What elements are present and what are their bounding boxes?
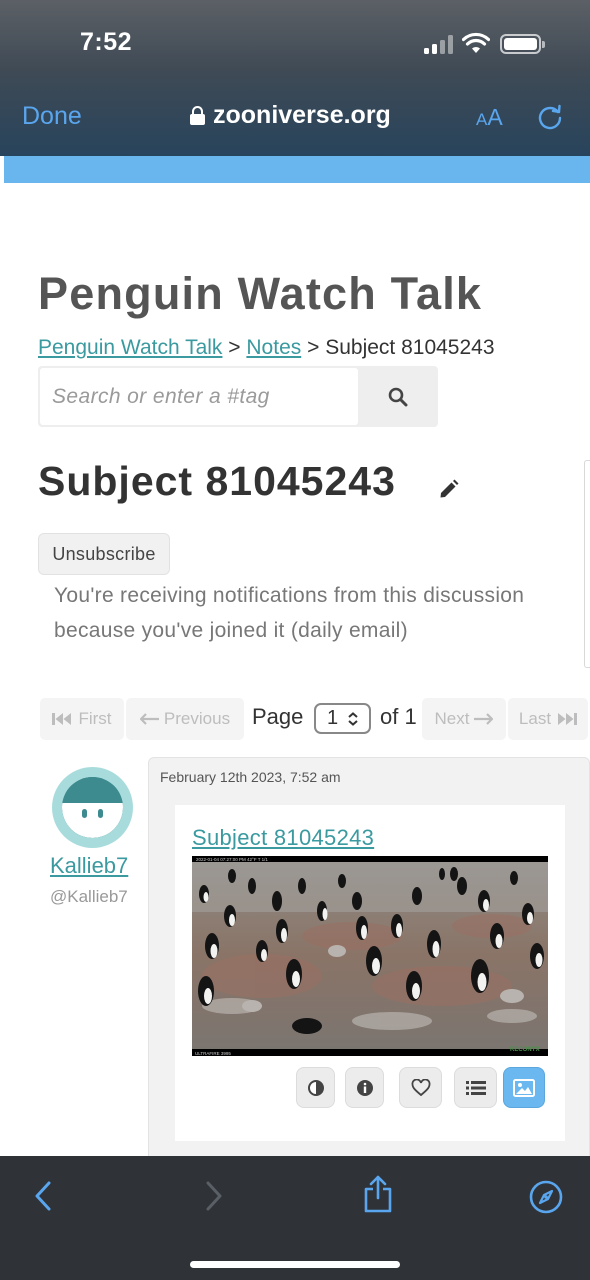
arrow-right-icon [474, 713, 494, 725]
last-page-icon [558, 713, 578, 725]
page-count: of 1 [380, 704, 417, 729]
comment-author-handle: @Kallieb7 [50, 887, 128, 906]
subject-link[interactable]: Subject 81045243 [192, 825, 374, 851]
compass-icon[interactable] [528, 1179, 564, 1215]
search-icon [388, 387, 408, 406]
page-select[interactable]: 1 [314, 703, 371, 734]
previous-page-label: Previous [163, 709, 231, 728]
side-panel-edge [584, 460, 590, 668]
site-nav-band [4, 156, 590, 183]
breadcrumb-root-link[interactable]: Penguin Watch Talk [38, 336, 222, 359]
info-icon [356, 1079, 373, 1096]
chevron-updown-icon [348, 712, 358, 726]
image-caption-bottom: ULTRAFIRE 3995 [195, 1051, 231, 1056]
reload-icon[interactable] [537, 104, 563, 130]
unsubscribe-button[interactable]: Unsubscribe [38, 533, 170, 575]
next-page-label: Next [434, 709, 470, 728]
done-button[interactable]: Done [22, 102, 82, 131]
first-page-label: First [78, 709, 112, 728]
list-icon [465, 1080, 486, 1095]
page-label: Page [252, 704, 304, 729]
subject-image[interactable]: 2022-01-04 07:27:00 PM 42°F T 1/1 ULTRAF… [192, 856, 548, 1056]
forward-icon[interactable] [203, 1180, 225, 1212]
home-indicator [190, 1261, 400, 1268]
avatar-face [62, 777, 123, 838]
status-time: 7:52 [80, 28, 133, 56]
first-page-icon [52, 713, 72, 725]
text-size-large: A [487, 104, 503, 130]
browser-top-bar: 7:52 Done zooniverse.org AA [0, 0, 590, 156]
collections-button[interactable] [454, 1067, 497, 1108]
signal-icon [424, 34, 454, 54]
search-button[interactable] [358, 366, 438, 427]
previous-page-button[interactable]: Previous [126, 698, 244, 740]
first-page-button[interactable]: First [40, 698, 124, 740]
lock-icon [190, 106, 205, 125]
next-page-button[interactable]: Next [422, 698, 506, 740]
comment-timestamp: February 12th 2023, 7:52 am [160, 769, 341, 785]
address-bar[interactable]: zooniverse.org [190, 101, 391, 130]
share-icon[interactable] [362, 1174, 394, 1214]
page-title: Penguin Watch Talk [38, 268, 483, 319]
comment-author-link[interactable]: Kallieb7 [50, 853, 128, 879]
page-select-value: 1 [327, 707, 339, 729]
breadcrumb-separator: > [228, 336, 241, 359]
notification-text: You're receiving notifications from this… [54, 584, 525, 642]
url-text: zooniverse.org [213, 101, 391, 129]
last-page-button[interactable]: Last [508, 698, 588, 740]
search-input[interactable] [40, 368, 358, 425]
heart-icon [411, 1078, 430, 1096]
breadcrumb-separator: > [307, 336, 320, 359]
invert-icon [307, 1079, 324, 1096]
text-size-small: A [476, 110, 488, 129]
arrow-left-icon [139, 713, 159, 725]
back-icon[interactable] [32, 1180, 54, 1212]
text-size-button[interactable]: AA [476, 104, 503, 131]
favorite-button[interactable] [399, 1067, 442, 1108]
discussion-title: Subject 81045243 [38, 458, 396, 504]
search-bar [38, 366, 438, 427]
image-brand: RECONYX [510, 1047, 540, 1053]
image-view-button[interactable] [503, 1067, 545, 1108]
wifi-icon [462, 32, 490, 53]
info-button[interactable] [345, 1067, 384, 1108]
breadcrumb: Penguin Watch Talk > Notes > Subject 810… [38, 336, 495, 360]
invert-button[interactable] [296, 1067, 335, 1108]
last-page-label: Last [518, 709, 552, 728]
battery-icon [500, 34, 545, 54]
breadcrumb-current: Subject 81045243 [325, 336, 495, 359]
pencil-icon[interactable] [438, 478, 460, 500]
avatar[interactable] [52, 767, 133, 848]
breadcrumb-notes-link[interactable]: Notes [246, 336, 301, 359]
image-icon [513, 1078, 535, 1097]
image-caption-top: 2022-01-04 07:27:00 PM 42°F T 1/1 [196, 857, 268, 862]
